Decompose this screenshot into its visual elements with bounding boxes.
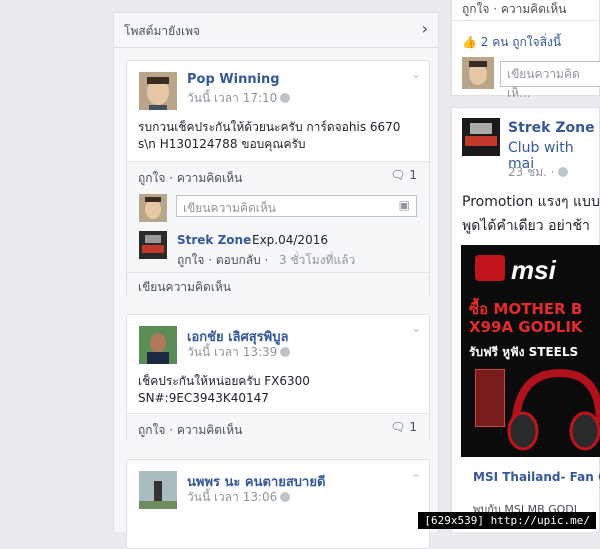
post-text: เช็คประกันให้หน่อยครับ FX6300 SN#:9EC394… [138, 374, 310, 405]
write-comment-link[interactable]: เขียนความคิดเห็น [138, 278, 231, 297]
panel-title: โพสต์มายังเพจ [124, 24, 201, 38]
post-card: เอกชัย เลิศสุรพิบูล วันนี้ เวลา 13:39 ⌄ … [126, 314, 430, 442]
comment-input[interactable]: เขียนความคิดเห็... [500, 61, 600, 100]
ad-brand: msi [511, 255, 556, 285]
post-card: Pop Winning วันนี้ เวลา 17:10 ⌄ รบกวนเช็… [126, 60, 430, 299]
link-title[interactable]: MSI Thailand- Fan C [473, 470, 600, 484]
page-logo[interactable] [462, 118, 500, 156]
post-action-bar: ถูกใจ · ความคิดเห็น 🗨 1 [127, 161, 429, 190]
divider [452, 20, 600, 21]
post-text-line: Promotion แรงๆ แบบ [462, 194, 600, 210]
reply-actions[interactable]: ถูกใจ · ตอบกลับ · [177, 251, 268, 270]
like-comment-links[interactable]: ถูกใจ · ความคิดเห็น [138, 421, 242, 440]
comment-count[interactable]: 🗨 1 [390, 168, 417, 182]
post-time[interactable]: 23 ชม. · [508, 163, 568, 182]
likes-summary[interactable]: 👍 2 คน ถูกใจสิ่งนี้ [462, 33, 561, 52]
chevron-down-icon[interactable]: ⌄ [411, 466, 421, 480]
post-author[interactable]: Pop Winning [187, 72, 280, 87]
reply-author[interactable]: Strek Zone [177, 233, 251, 247]
divider [127, 272, 429, 273]
comment-bubble-icon: 🗨 [390, 168, 406, 182]
post-time[interactable]: วันนี้ เวลา 13:06 [187, 488, 291, 507]
avatar[interactable] [139, 72, 177, 110]
post-time[interactable]: วันนี้ เวลา 13:39 [187, 343, 291, 362]
page-posts-panel: โพสต์มายังเพจ › Pop Winning วันนี้ เวลา … [113, 12, 439, 549]
camera-icon[interactable]: ▣ [399, 198, 410, 212]
reply-time: 3 ชั่วโมงที่แล้ว [279, 253, 356, 267]
ad-line: รับฟรี หูฟัง STEELS [469, 345, 579, 359]
post-text: รบกวนเช็คประกันให้ด้วยนะครับ การ์ดจอhis … [138, 120, 401, 151]
comment-bubble-icon: 🗨 [390, 420, 406, 434]
product-box-image [475, 369, 505, 427]
comment-input[interactable]: เขียนความคิดเห็น ▣ [176, 195, 417, 217]
panel-header[interactable]: โพสต์มายังเพจ › [114, 13, 438, 48]
avatar[interactable] [139, 326, 177, 364]
avatar[interactable] [139, 194, 167, 222]
globe-icon [557, 167, 568, 177]
like-comment-links[interactable]: ถูกใจ · ความคิดเห็น [462, 0, 566, 19]
post-card: นพพร นะ คนตายสบายดี วันนี้ เวลา 13:06 ⌄ [126, 459, 430, 549]
watermark: [629x539] http://upic.me/ [418, 512, 596, 529]
headset-image [507, 368, 600, 451]
post-time[interactable]: วันนี้ เวลา 17:10 [187, 89, 291, 108]
thumbs-up-icon: 👍 [462, 35, 477, 49]
feed-post-top: ถูกใจ · ความคิดเห็น 👍 2 คน ถูกใจสิ่งนี้ … [451, 0, 600, 100]
comment-count[interactable]: 🗨 1 [390, 420, 417, 434]
avatar[interactable] [139, 471, 177, 509]
chevron-right-icon[interactable]: › [422, 19, 428, 38]
avatar[interactable] [139, 231, 167, 259]
post-text-line: พูดได้คำเดียว อย่าช้า [462, 218, 590, 234]
avatar[interactable] [462, 57, 494, 89]
chevron-down-icon[interactable]: ⌄ [411, 67, 421, 81]
ad-line: X99A GODLIK [469, 318, 583, 336]
reply-text: Exp.04/2016 [252, 233, 328, 247]
ad-image[interactable]: msi ซื้อ MOTHER B X99A GODLIK รับฟรี หูฟ… [461, 245, 600, 457]
post-author[interactable]: Strek Zone [508, 120, 595, 136]
post-action-bar: ถูกใจ · ความคิดเห็น 🗨 1 [127, 413, 429, 442]
msi-dragon-icon [475, 255, 505, 281]
like-comment-links[interactable]: ถูกใจ · ความคิดเห็น [138, 169, 242, 188]
globe-icon [280, 492, 291, 502]
globe-icon [280, 93, 291, 103]
chevron-down-icon[interactable]: ⌄ [411, 321, 421, 335]
globe-icon [280, 347, 291, 357]
